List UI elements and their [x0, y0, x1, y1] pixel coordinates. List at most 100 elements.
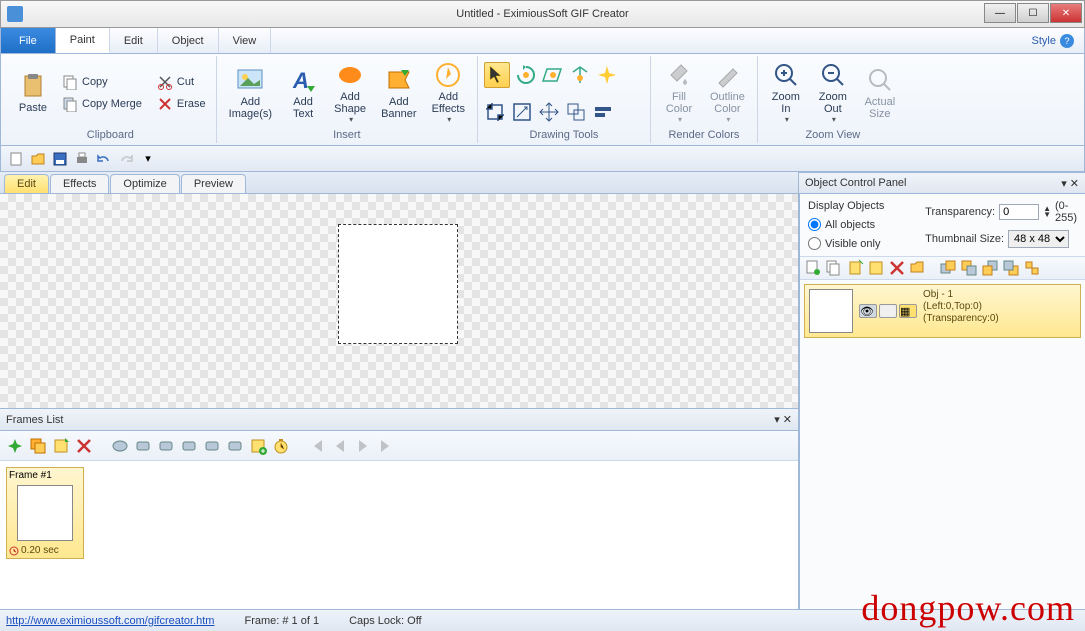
frames-title: Frames List: [6, 414, 63, 426]
ocp-pin-button[interactable]: ▾: [1061, 177, 1067, 190]
add-images-button[interactable]: Add Image(s): [223, 64, 278, 122]
crop-tool-icon[interactable]: [484, 101, 506, 123]
minimize-button[interactable]: ―: [984, 3, 1016, 23]
transparency-label: Transparency:: [925, 206, 995, 218]
frames-pin-button[interactable]: ▾: [774, 413, 780, 426]
doctab-preview[interactable]: Preview: [181, 174, 246, 193]
cut-button[interactable]: Cut: [153, 72, 210, 92]
selection-toggle[interactable]: ▦: [899, 304, 917, 318]
align-tool-icon[interactable]: [592, 101, 614, 123]
import-frame-icon[interactable]: [52, 437, 70, 455]
frame-tool-4-icon[interactable]: [180, 437, 198, 455]
redo-button[interactable]: [117, 150, 135, 168]
canvas-area[interactable]: [0, 194, 798, 409]
radio-visible-only[interactable]: Visible only: [808, 237, 915, 250]
style-menu[interactable]: Style?: [1022, 28, 1084, 53]
duplicate-frame-icon[interactable]: [29, 437, 47, 455]
first-frame-icon[interactable]: [308, 437, 326, 455]
new-button[interactable]: [7, 150, 25, 168]
new-obj-icon[interactable]: [804, 259, 822, 277]
open-button[interactable]: [29, 150, 47, 168]
frame-tool-5-icon[interactable]: [203, 437, 221, 455]
spinner-buttons[interactable]: ▲▼: [1043, 206, 1051, 218]
prev-frame-icon[interactable]: [331, 437, 349, 455]
visibility-toggle[interactable]: 👁: [859, 304, 877, 318]
paste-button[interactable]: Paste: [11, 70, 55, 116]
frame-tool-6-icon[interactable]: [226, 437, 244, 455]
last-frame-icon[interactable]: [377, 437, 395, 455]
actual-size-button[interactable]: Actual Size: [858, 64, 902, 122]
zoom-out-button[interactable]: Zoom Out: [811, 59, 855, 126]
bring-front-icon[interactable]: [939, 259, 957, 277]
move-tool-icon[interactable]: [538, 101, 560, 123]
fill-color-button[interactable]: Fill Color: [657, 59, 701, 126]
save-obj-icon[interactable]: [909, 259, 927, 277]
send-back-icon[interactable]: [1002, 259, 1020, 277]
zoom-out-label: Zoom Out: [819, 91, 847, 115]
transparency-input[interactable]: [999, 204, 1039, 220]
tab-object[interactable]: Object: [158, 28, 219, 53]
copymerge-button[interactable]: Copy Merge: [58, 94, 146, 114]
save-button[interactable]: [51, 150, 69, 168]
rotate-tool-icon[interactable]: [515, 64, 537, 86]
bucket-icon: [665, 61, 693, 89]
ribbon: Paste Copy Copy Merge Cut Erase Clipboar…: [0, 54, 1085, 146]
file-menu[interactable]: File: [1, 28, 56, 53]
next-frame-icon[interactable]: [354, 437, 372, 455]
close-button[interactable]: ✕: [1050, 3, 1082, 23]
thumbnail-size-select[interactable]: 48 x 48: [1008, 230, 1069, 248]
radio-all-objects[interactable]: All objects: [808, 218, 915, 231]
zoom-in-button[interactable]: Zoom In: [764, 59, 808, 126]
undo-button[interactable]: [95, 150, 113, 168]
flip-tool-icon[interactable]: [569, 64, 591, 86]
tab-paint[interactable]: Paint: [56, 28, 110, 53]
tab-view[interactable]: View: [219, 28, 272, 53]
frame-thumb-1[interactable]: Frame #1 0.20 sec: [6, 467, 84, 559]
maximize-button[interactable]: ☐: [1017, 3, 1049, 23]
group-obj-icon[interactable]: [1023, 259, 1041, 277]
bring-forward-icon[interactable]: [960, 259, 978, 277]
lock-toggle[interactable]: [879, 304, 897, 318]
delete-frame-icon[interactable]: [75, 437, 93, 455]
erase-button[interactable]: Erase: [153, 94, 210, 114]
skew-tool-icon[interactable]: [542, 64, 564, 86]
paste-obj-icon[interactable]: [846, 259, 864, 277]
delete-obj-icon[interactable]: [888, 259, 906, 277]
object-item-1[interactable]: 👁 ▦ Obj - 1 (Left:0,Top:0) (Transparency…: [804, 284, 1081, 338]
copy-button[interactable]: Copy: [58, 72, 146, 92]
frame-timer-icon[interactable]: [272, 437, 290, 455]
frames-close-button[interactable]: ✕: [783, 413, 792, 426]
add-effects-button[interactable]: Add Effects: [426, 59, 471, 126]
group-tool-icon[interactable]: [565, 101, 587, 123]
tab-edit[interactable]: Edit: [110, 28, 158, 53]
qat-dropdown[interactable]: ▾: [139, 150, 157, 168]
ocp-close-button[interactable]: ✕: [1070, 177, 1079, 190]
insert-frame-icon[interactable]: [6, 437, 24, 455]
help-icon[interactable]: ?: [1060, 34, 1074, 48]
spark-tool-icon[interactable]: [596, 64, 618, 86]
status-url[interactable]: http://www.eximioussoft.com/gifcreator.h…: [6, 615, 214, 627]
frame-tool-3-icon[interactable]: [157, 437, 175, 455]
menubar: File Paint Edit Object View Style?: [0, 28, 1085, 54]
doctab-optimize[interactable]: Optimize: [110, 174, 179, 193]
send-backward-icon[interactable]: [981, 259, 999, 277]
frame-tool-2-icon[interactable]: [134, 437, 152, 455]
outline-color-button[interactable]: Outline Color: [704, 59, 751, 126]
doctab-edit[interactable]: Edit: [4, 174, 49, 193]
outline-label: Outline Color: [710, 91, 745, 115]
edit-obj-icon[interactable]: [867, 259, 885, 277]
radio-visible-input[interactable]: [808, 237, 821, 250]
clipboard-group-label: Clipboard: [11, 127, 210, 141]
add-banner-button[interactable]: Add Banner: [375, 64, 422, 122]
copy-obj-icon[interactable]: [825, 259, 843, 277]
select-tool[interactable]: [484, 62, 510, 88]
add-text-button[interactable]: AAdd Text: [281, 64, 325, 122]
canvas-object[interactable]: [338, 224, 458, 344]
print-button[interactable]: [73, 150, 91, 168]
resize-tool-icon[interactable]: [511, 101, 533, 123]
doctab-effects[interactable]: Effects: [50, 174, 109, 193]
frame-add-icon[interactable]: [249, 437, 267, 455]
radio-all-input[interactable]: [808, 218, 821, 231]
add-shape-button[interactable]: Add Shape: [328, 59, 372, 126]
frame-tool-1-icon[interactable]: [111, 437, 129, 455]
